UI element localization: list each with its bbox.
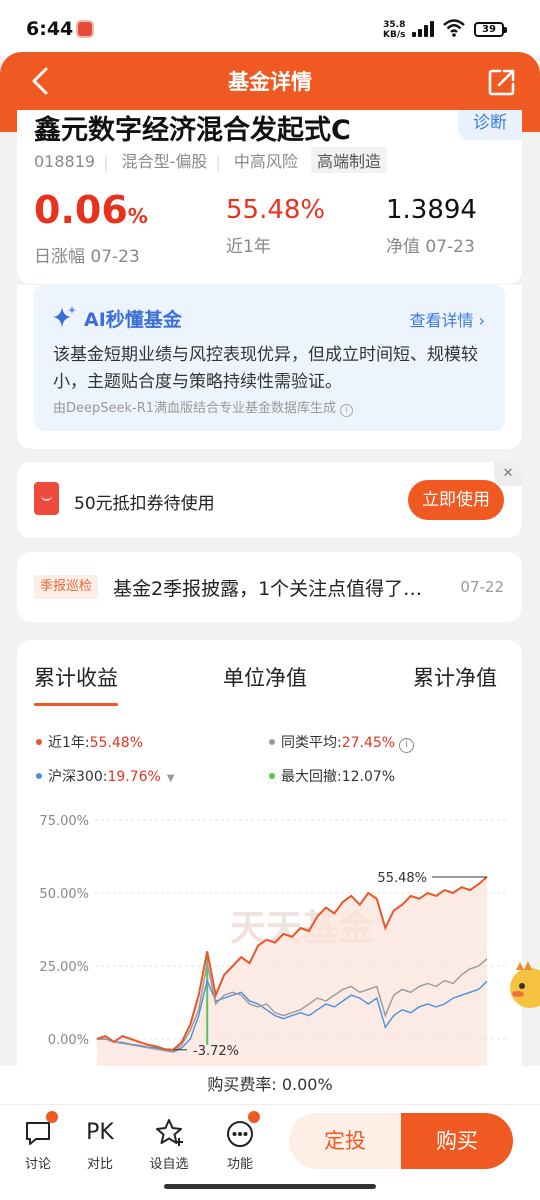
legend-index[interactable]: 沪深300:19.76% ▼ [36, 766, 175, 786]
network-speed: 35.8 KB/s [383, 20, 405, 40]
ai-title: AI秒懂基金 [84, 309, 182, 331]
nav-discuss-label: 讨论 [24, 1157, 51, 1172]
fund-tags: 018819 | 混合型-偏股 | 中高风险 高端制造 [34, 147, 395, 173]
legend-peer-value: 27.45% [341, 735, 396, 751]
sparkle-icon [53, 306, 76, 328]
y-tick-label: 75.00% [39, 814, 89, 829]
fund-code: 018819 [34, 152, 96, 171]
legend-index-dot [36, 773, 42, 779]
page-title: 基金详情 [228, 70, 312, 94]
nav-functions[interactable]: 功能 [215, 1111, 265, 1172]
caret-down-icon[interactable]: ▼ [167, 773, 175, 784]
ai-summary-panel[interactable]: AI秒懂基金 查看详情 › 该基金短期业绩与风控表现优异，但成立时间短、规模较小… [34, 285, 505, 431]
year-return-value: 55.48% [226, 195, 326, 225]
news-card[interactable]: 季报巡检 基金2季报披露，1个关注点值得了… 07-22 [17, 552, 522, 622]
ai-summary-text: 该基金短期业绩与风控表现优异，但成立时间短、规模较小，主题贴合度与策略持续性需验… [53, 345, 478, 392]
y-tick-label: 0.00% [48, 1033, 89, 1048]
nav-functions-label: 功能 [226, 1157, 253, 1172]
performance-chart-card: 累计收益 单位净值 累计净值 近1年:55.48% 同类平均:27.45% i 沪… [17, 640, 522, 1080]
share-icon[interactable] [486, 66, 518, 98]
y-tick-label: 25.00% [39, 960, 89, 975]
nav-compare[interactable]: PK 对比 [75, 1117, 125, 1172]
ai-detail-link[interactable]: 查看详情 › [409, 307, 485, 331]
daily-change-metric: 0.06% 日涨幅 07-23 [34, 188, 148, 267]
red-envelope-icon [34, 482, 59, 515]
purchase-fee: 购买费率: 0.00% [0, 1066, 540, 1104]
legend-index-value: 19.76% [107, 769, 161, 785]
star-add-icon [156, 1119, 183, 1146]
daily-change-label: 日涨幅 07-23 [34, 247, 140, 267]
news-date: 07-22 [460, 578, 504, 596]
fund-name: 鑫元数字经济混合发起式C [34, 115, 351, 146]
legend-peer: 同类平均:27.45% i [269, 732, 415, 753]
daily-change-value: 0.06 [34, 188, 128, 232]
daily-change-unit: % [127, 204, 148, 228]
news-title: 基金2季报披露，1个关注点值得了… [113, 578, 423, 600]
use-coupon-button[interactable]: 立即使用 [408, 480, 504, 520]
close-icon[interactable]: ✕ [494, 462, 522, 486]
min-annotation: -3.72% [193, 1044, 239, 1059]
tab-cumulative-nav[interactable]: 累计净值 [413, 662, 497, 692]
network-speed-value: 35.8 [383, 20, 406, 30]
year-return-label: 近1年 [226, 237, 271, 257]
home-indicator [164, 1184, 376, 1189]
chevron-right-icon: › [478, 311, 485, 330]
legend-index-label: 沪深300: [48, 769, 108, 785]
tab-cumulative-return[interactable]: 累计收益 [34, 662, 118, 706]
legend-fund: 近1年:55.48% [36, 732, 143, 752]
nav-discuss[interactable]: 讨论 [13, 1111, 63, 1172]
legend-drawdown-value: 12.07% [341, 769, 396, 785]
notification-app-icon [76, 20, 94, 38]
nav-metric: 1.3894 净值 07-23 [386, 192, 477, 257]
legend-drawdown-dot [269, 773, 275, 779]
legend-fund-dot [36, 739, 42, 745]
coupon-card: 50元抵扣券待使用 立即使用 ✕ [17, 462, 522, 538]
news-tag: 季报巡检 [34, 575, 99, 599]
legend-fund-label: 近1年: [48, 735, 90, 751]
ai-detail-link-label: 查看详情 [409, 311, 474, 330]
nav-watchlist-label: 设自选 [149, 1157, 189, 1172]
fund-summary-card: 鑫元数字经济混合发起式C 诊断 018819 | 混合型-偏股 | 中高风险 高端制… [17, 110, 522, 284]
nav-label: 净值 07-23 [386, 237, 475, 257]
ai-source: 由DeepSeek-R1满血版结合专业基金数据库生成 i [53, 397, 354, 417]
notification-badge [248, 1111, 260, 1123]
pk-icon: PK [86, 1120, 114, 1145]
fund-type: 混合型-偏股 [121, 152, 208, 171]
year-return-metric: 55.48% 近1年 [226, 192, 325, 257]
battery-icon: 39 [474, 22, 507, 37]
info-icon[interactable]: i [340, 404, 354, 417]
legend-drawdown-label: 最大回撤: [281, 769, 342, 785]
ai-source-text: 由DeepSeek-R1满血版结合专业基金数据库生成 [53, 401, 337, 416]
notification-badge [46, 1111, 58, 1123]
status-bar: 6:44 35.8 KB/s 39 [0, 0, 540, 56]
legend-drawdown: 最大回撤:12.07% [269, 766, 395, 786]
chart-tabs: 累计收益 单位净值 累计净值 [17, 662, 522, 706]
legend-peer-dot [269, 739, 275, 745]
ai-summary-card: AI秒懂基金 查看详情 › 该基金短期业绩与风控表现优异，但成立时间短、规模较小… [17, 285, 522, 449]
wifi-icon [443, 19, 465, 37]
buy-button[interactable]: 购买 [401, 1113, 513, 1169]
series-fund-area [97, 876, 487, 1069]
mascot-icon[interactable] [506, 958, 540, 1014]
signal-icon [412, 21, 436, 37]
info-icon[interactable]: i [399, 738, 415, 753]
coupon-text: 50元抵扣券待使用 [74, 494, 215, 514]
legend-fund-value: 55.48% [89, 735, 144, 751]
fund-theme-tag[interactable]: 高端制造 [310, 147, 387, 173]
nav-watchlist[interactable]: 设自选 [144, 1117, 194, 1172]
network-speed-unit: KB/s [383, 30, 406, 40]
max-annotation: 55.48% [377, 871, 427, 886]
legend-peer-label: 同类平均: [281, 735, 342, 751]
nav-compare-label: 对比 [86, 1157, 113, 1172]
tab-unit-nav[interactable]: 单位净值 [223, 662, 307, 692]
y-tick-label: 50.00% [39, 887, 89, 902]
auto-invest-button[interactable]: 定投 [289, 1113, 401, 1169]
nav-value: 1.3894 [386, 195, 477, 225]
status-time: 6:44 [26, 18, 74, 40]
return-chart[interactable]: 75.00%50.00%25.00%0.00%天天基金55.48%-3.72% [17, 808, 522, 1080]
diagnose-button[interactable]: 诊断 [458, 110, 522, 140]
fund-risk: 中高风险 [233, 152, 298, 171]
